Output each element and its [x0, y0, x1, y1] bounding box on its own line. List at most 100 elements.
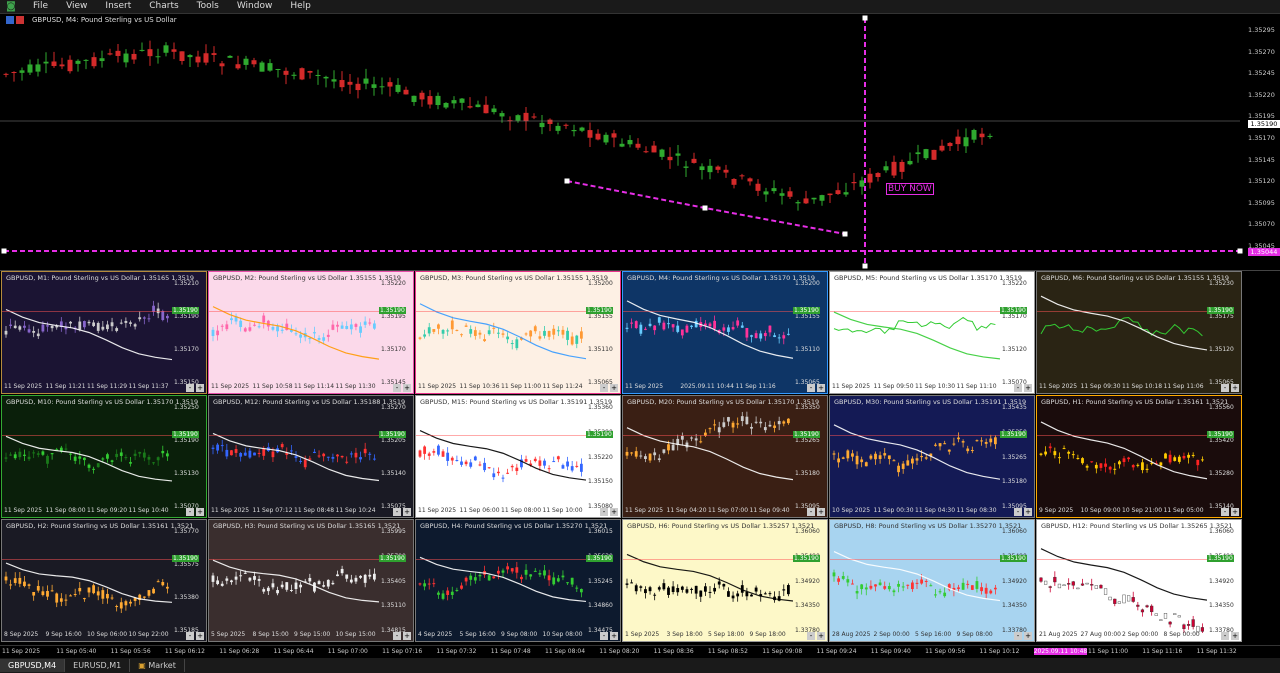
- mini-chart[interactable]: GBPUSD, H1: Pound Sterling vs US Dollar …: [1036, 395, 1242, 518]
- mini-chart[interactable]: GBPUSD, H4: Pound Sterling vs US Dollar …: [415, 519, 621, 642]
- buy-now-label[interactable]: BUY NOW: [886, 183, 934, 195]
- mini-chart-canvas[interactable]: [2, 396, 172, 509]
- zoom-in-button[interactable]: +: [1231, 384, 1239, 392]
- zoom-in-button[interactable]: +: [817, 508, 825, 516]
- zoom-in-button[interactable]: +: [610, 632, 618, 640]
- zoom-in-button[interactable]: +: [817, 632, 825, 640]
- zoom-in-button[interactable]: +: [610, 384, 618, 392]
- mini-chart[interactable]: GBPUSD, M5: Pound Sterling vs US Dollar …: [829, 271, 1035, 394]
- mini-chart[interactable]: GBPUSD, H8: Pound Sterling vs US Dollar …: [829, 519, 1035, 642]
- candle: [336, 324, 339, 327]
- zoom-out-button[interactable]: -: [600, 632, 608, 640]
- candle: [934, 594, 937, 596]
- mini-chart-canvas[interactable]: [623, 396, 793, 509]
- mini-chart[interactable]: GBPUSD, H12: Pound Sterling vs US Dollar…: [1036, 519, 1242, 642]
- mini-chart-canvas[interactable]: [623, 272, 793, 385]
- mini-chart[interactable]: GBPUSD, M2: Pound Sterling vs US Dollar …: [208, 271, 414, 394]
- mini-chart[interactable]: GBPUSD, M6: Pound Sterling vs US Dollar …: [1036, 271, 1242, 394]
- menu-insert[interactable]: Insert: [96, 0, 140, 13]
- candle: [811, 197, 817, 200]
- mini-chart-canvas[interactable]: [830, 520, 1000, 633]
- zoom-out-button[interactable]: -: [186, 632, 194, 640]
- mini-chart[interactable]: GBPUSD, H6: Pound Sterling vs US Dollar …: [622, 519, 828, 642]
- zoom-out-button[interactable]: -: [807, 384, 815, 392]
- menu-file[interactable]: File: [24, 0, 57, 13]
- menu-window[interactable]: Window: [228, 0, 282, 13]
- mini-chart-canvas[interactable]: [623, 520, 793, 633]
- zoom-out-button[interactable]: -: [600, 384, 608, 392]
- candle: [713, 424, 717, 426]
- mini-chart-canvas[interactable]: [209, 396, 379, 509]
- mini-chart-canvas[interactable]: [1037, 396, 1207, 509]
- tab-eurusd-m1[interactable]: EURUSD,M1: [65, 659, 131, 672]
- candle: [1186, 624, 1191, 626]
- main-chart[interactable]: GBPUSD, M4: Pound Sterling vs US Dollar …: [0, 14, 1280, 271]
- zoom-out-button[interactable]: -: [1014, 508, 1022, 516]
- tab-market[interactable]: ▣ Market: [130, 659, 185, 672]
- menu-help[interactable]: Help: [281, 0, 320, 13]
- mini-chart[interactable]: GBPUSD, M4: Pound Sterling vs US Dollar …: [622, 271, 828, 394]
- mini-chart[interactable]: GBPUSD, M15: Pound Sterling vs US Dollar…: [415, 395, 621, 518]
- mini-chart-canvas[interactable]: [830, 396, 1000, 509]
- mini-chart-canvas[interactable]: [830, 272, 1000, 385]
- candle: [763, 593, 767, 595]
- zoom-in-button[interactable]: +: [196, 632, 204, 640]
- zoom-in-button[interactable]: +: [1024, 384, 1032, 392]
- zoom-out-button[interactable]: -: [186, 508, 194, 516]
- line-price-badge: 1.35044: [1248, 248, 1280, 256]
- mini-chart[interactable]: GBPUSD, M1: Pound Sterling vs US Dollar …: [1, 271, 207, 394]
- zoom-in-button[interactable]: +: [1231, 632, 1239, 640]
- zoom-out-button[interactable]: -: [1221, 508, 1229, 516]
- candle: [773, 425, 776, 428]
- mini-chart[interactable]: GBPUSD, M20: Pound Sterling vs US Dollar…: [622, 395, 828, 518]
- zoom-out-button[interactable]: -: [1221, 632, 1229, 640]
- candle: [989, 590, 993, 594]
- mini-chart[interactable]: GBPUSD, M3: Pound Sterling vs US Dollar …: [415, 271, 621, 394]
- zoom-in-button[interactable]: +: [403, 384, 411, 392]
- zoom-out-button[interactable]: -: [393, 508, 401, 516]
- zoom-in-button[interactable]: +: [403, 508, 411, 516]
- zoom-in-button[interactable]: +: [610, 508, 618, 516]
- tab-gbpusd-m4[interactable]: GBPUSD,M4: [0, 659, 66, 672]
- price-tick: 1.35070: [1248, 220, 1275, 229]
- zoom-out-button[interactable]: -: [1221, 384, 1229, 392]
- mini-chart[interactable]: GBPUSD, M10: Pound Sterling vs US Dollar…: [1, 395, 207, 518]
- zoom-out-button[interactable]: -: [807, 508, 815, 516]
- mini-chart-canvas[interactable]: [416, 396, 586, 509]
- mini-chart-canvas[interactable]: [416, 272, 586, 385]
- zoom-in-button[interactable]: +: [817, 384, 825, 392]
- mini-chart-canvas[interactable]: [209, 272, 379, 385]
- zoom-out-button[interactable]: -: [393, 632, 401, 640]
- zoom-out-button[interactable]: -: [393, 384, 401, 392]
- zoom-out-button[interactable]: -: [186, 384, 194, 392]
- mini-chart-canvas[interactable]: [1037, 520, 1207, 633]
- zoom-in-button[interactable]: +: [1024, 508, 1032, 516]
- mini-chart[interactable]: GBPUSD, M12: Pound Sterling vs US Dollar…: [208, 395, 414, 518]
- zoom-in-button[interactable]: +: [1231, 508, 1239, 516]
- mini-chart[interactable]: GBPUSD, H2: Pound Sterling vs US Dollar …: [1, 519, 207, 642]
- zoom-buttons: - +: [186, 384, 204, 392]
- candle: [680, 586, 684, 590]
- mini-chart-canvas[interactable]: [2, 520, 172, 633]
- mini-chart-canvas[interactable]: [209, 520, 379, 633]
- mini-chart-canvas[interactable]: [416, 520, 586, 633]
- zoom-out-button[interactable]: -: [600, 508, 608, 516]
- zoom-out-button[interactable]: -: [1014, 632, 1022, 640]
- menu-view[interactable]: View: [57, 0, 96, 13]
- zoom-out-button[interactable]: -: [1014, 384, 1022, 392]
- zoom-in-button[interactable]: +: [403, 632, 411, 640]
- menu-tools[interactable]: Tools: [188, 0, 228, 13]
- mini-chart[interactable]: GBPUSD, M30: Pound Sterling vs US Dollar…: [829, 395, 1035, 518]
- time-axis: 1 Sep 2025 3 Sep 18:00 5 Sep 18:00 9 Sep 18…: [623, 631, 791, 641]
- main-chart-canvas[interactable]: [0, 14, 1280, 270]
- zoom-out-button[interactable]: -: [807, 632, 815, 640]
- zoom-in-button[interactable]: +: [196, 384, 204, 392]
- mini-chart[interactable]: GBPUSD, H3: Pound Sterling vs US Dollar …: [208, 519, 414, 642]
- candle: [1136, 464, 1140, 466]
- candle: [690, 325, 693, 327]
- menu-charts[interactable]: Charts: [140, 0, 187, 13]
- mini-chart-canvas[interactable]: [2, 272, 172, 385]
- zoom-in-button[interactable]: +: [1024, 632, 1032, 640]
- mini-chart-canvas[interactable]: [1037, 272, 1207, 385]
- zoom-in-button[interactable]: +: [196, 508, 204, 516]
